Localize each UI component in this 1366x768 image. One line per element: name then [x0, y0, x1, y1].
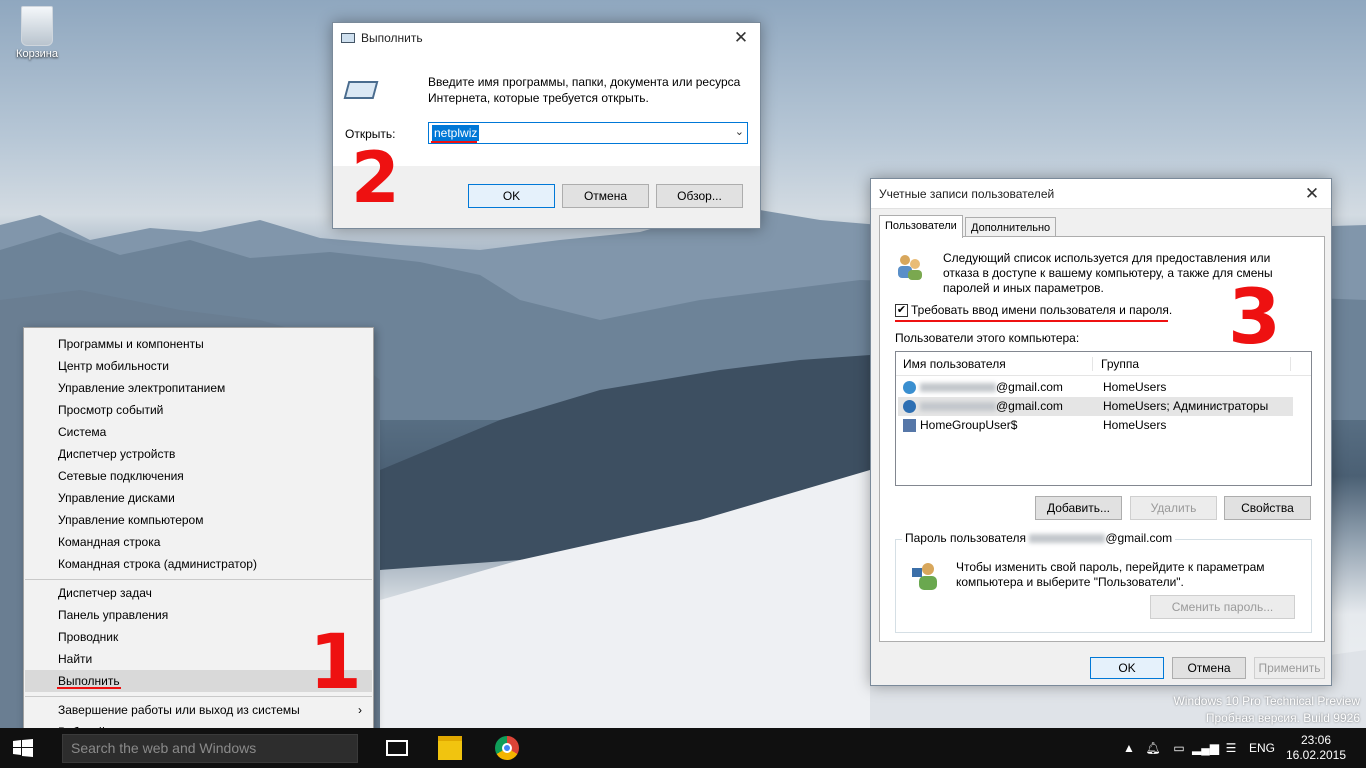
watermark-line1: Windows 10 Pro Technical Preview	[1173, 694, 1360, 708]
recycle-bin-label: Корзина	[16, 48, 58, 60]
username-cell: @gmail.com	[996, 399, 1063, 413]
cancel-button[interactable]: Отмена	[562, 184, 649, 208]
action-center-icon[interactable]: ☰	[1218, 741, 1244, 755]
users-list-label: Пользователи этого компьютера:	[895, 331, 1080, 345]
user-icon	[903, 419, 916, 432]
clock[interactable]: 23:06 16.02.2015	[1280, 733, 1352, 763]
menu-item-programs[interactable]: Программы и компоненты	[25, 333, 372, 355]
user-accounts-dialog: Учетные записи пользователей ✕ Пользоват…	[870, 178, 1332, 686]
run-underline	[57, 687, 121, 689]
chrome-center	[502, 743, 512, 753]
tab-advanced[interactable]: Дополнительно	[965, 217, 1057, 238]
browse-button[interactable]: Обзор...	[656, 184, 743, 208]
ok-button[interactable]: OK	[468, 184, 555, 208]
notification-bell-icon[interactable]: 🔔︎	[1140, 741, 1166, 755]
run-program-icon	[343, 81, 379, 99]
chevron-up-icon[interactable]: ▲	[1118, 741, 1140, 755]
table-row[interactable]: HomeGroupUser$ HomeUsers	[898, 416, 1293, 435]
ua-title: Учетные записи пользователей	[879, 186, 1055, 201]
menu-item-device-manager[interactable]: Диспетчер устройств	[25, 443, 372, 465]
menu-item-cmd[interactable]: Командная строка	[25, 531, 372, 553]
password-group-prefix: Пароль пользователя	[905, 531, 1026, 545]
run-dialog: Выполнить ✕ Введите имя программы, папки…	[332, 22, 761, 229]
add-user-button[interactable]: Добавить...	[1035, 496, 1122, 520]
run-title-icon	[341, 33, 355, 43]
require-login-underline	[895, 320, 1168, 322]
user-key-icon	[912, 563, 937, 590]
remove-user-button[interactable]: Удалить	[1130, 496, 1217, 520]
user-globe-icon	[903, 381, 916, 394]
battery-icon[interactable]: ▭	[1166, 741, 1192, 755]
watermark-line2: Пробная версия. Build 9926	[1205, 711, 1360, 725]
users-icon	[898, 255, 922, 280]
table-row[interactable]: @gmail.com HomeUsers; Администраторы	[898, 397, 1293, 416]
redacted-username	[920, 383, 996, 392]
require-login-label[interactable]: Требовать ввод имени пользователя и паро…	[911, 303, 1172, 317]
taskbar: Search the web and Windows ▲ 🔔︎ ▭ ▂▄▆ ☰ …	[0, 728, 1366, 768]
password-group-title: Пароль пользователя @gmail.com	[902, 531, 1176, 545]
password-text: Чтобы изменить свой пароль, перейдите к …	[956, 560, 1265, 589]
menu-item-computer-management[interactable]: Управление компьютером	[25, 509, 372, 531]
ok-button[interactable]: OK	[1090, 657, 1164, 679]
redacted-username	[1029, 534, 1106, 544]
build-watermark: Windows 10 Pro Technical Preview Пробная…	[1173, 694, 1360, 725]
chevron-down-icon[interactable]: ⌄	[735, 125, 744, 138]
task-view-icon[interactable]	[386, 740, 408, 756]
menu-item-disks[interactable]: Управление дисками	[25, 487, 372, 509]
menu-item-events[interactable]: Просмотр событий	[25, 399, 372, 421]
windows-logo-icon	[13, 739, 33, 757]
redacted-username	[920, 402, 996, 411]
menu-item-mobility[interactable]: Центр мобильности	[25, 355, 372, 377]
step-2-annotation: 2	[351, 137, 400, 219]
username-cell: @gmail.com	[996, 380, 1063, 394]
tab-users[interactable]: Пользователи	[879, 215, 963, 238]
group-cell: HomeUsers	[1103, 418, 1167, 432]
step-1-annotation: 1	[309, 617, 362, 706]
password-group-suffix: @gmail.com	[1105, 531, 1173, 545]
properties-button[interactable]: Свойства	[1224, 496, 1311, 520]
table-row[interactable]: @gmail.com HomeUsers	[898, 378, 1293, 397]
password-group: Пароль пользователя @gmail.com Чтобы изм…	[895, 531, 1312, 633]
run-input-value: netplwiz	[432, 125, 480, 141]
change-password-button[interactable]: Сменить пароль...	[1150, 595, 1295, 619]
file-explorer-icon[interactable]	[438, 736, 462, 760]
clock-time: 23:06	[1300, 733, 1332, 747]
close-icon[interactable]: ✕	[730, 28, 752, 48]
ua-titlebar[interactable]: Учетные записи пользователей ✕	[871, 179, 1331, 209]
step-3-annotation: 3	[1228, 272, 1281, 361]
chrome-icon[interactable]	[495, 736, 519, 760]
close-icon[interactable]: ✕	[1301, 184, 1323, 204]
group-cell: HomeUsers	[1103, 380, 1167, 394]
username-cell: HomeGroupUser$	[920, 418, 1018, 432]
run-titlebar[interactable]: Выполнить ✕	[333, 23, 760, 53]
column-username[interactable]: Имя пользователя	[903, 357, 1093, 371]
menu-item-shutdown-label: Завершение работы или выход из системы	[58, 703, 300, 717]
recycle-bin-icon	[21, 6, 53, 46]
menu-item-cmd-admin[interactable]: Командная строка (администратор)	[25, 553, 372, 575]
group-cell: HomeUsers; Администраторы	[1103, 399, 1269, 413]
menu-item-system[interactable]: Система	[25, 421, 372, 443]
start-button[interactable]	[0, 728, 48, 768]
user-globe-icon	[903, 400, 916, 413]
menu-separator	[25, 579, 372, 580]
users-tab-panel: Следующий список используется для предос…	[879, 236, 1325, 642]
menu-item-power[interactable]: Управление электропитанием	[25, 377, 372, 399]
power-user-menu: Программы и компоненты Центр мобильности…	[23, 327, 374, 745]
apply-button[interactable]: Применить	[1254, 657, 1325, 679]
run-description: Введите имя программы, папки, документа …	[428, 75, 741, 105]
run-title: Выполнить	[361, 31, 423, 45]
cancel-button[interactable]: Отмена	[1172, 657, 1246, 679]
recycle-bin[interactable]: Корзина	[8, 6, 66, 60]
menu-item-network[interactable]: Сетевые подключения	[25, 465, 372, 487]
language-indicator[interactable]: ENG	[1244, 741, 1280, 755]
users-list[interactable]: Имя пользователя Группа @gmail.com HomeU…	[895, 351, 1312, 486]
run-input-underline	[431, 141, 477, 143]
require-login-checkbox[interactable]: ✔	[895, 304, 908, 317]
system-tray: ▲ 🔔︎ ▭ ▂▄▆ ☰ ENG 23:06 16.02.2015	[1118, 728, 1352, 768]
menu-item-task-manager[interactable]: Диспетчер задач	[25, 582, 372, 604]
network-icon[interactable]: ▂▄▆	[1192, 741, 1219, 755]
clock-date: 16.02.2015	[1285, 748, 1347, 762]
search-input[interactable]: Search the web and Windows	[62, 734, 358, 763]
menu-item-run-label: Выполнить	[58, 674, 120, 688]
